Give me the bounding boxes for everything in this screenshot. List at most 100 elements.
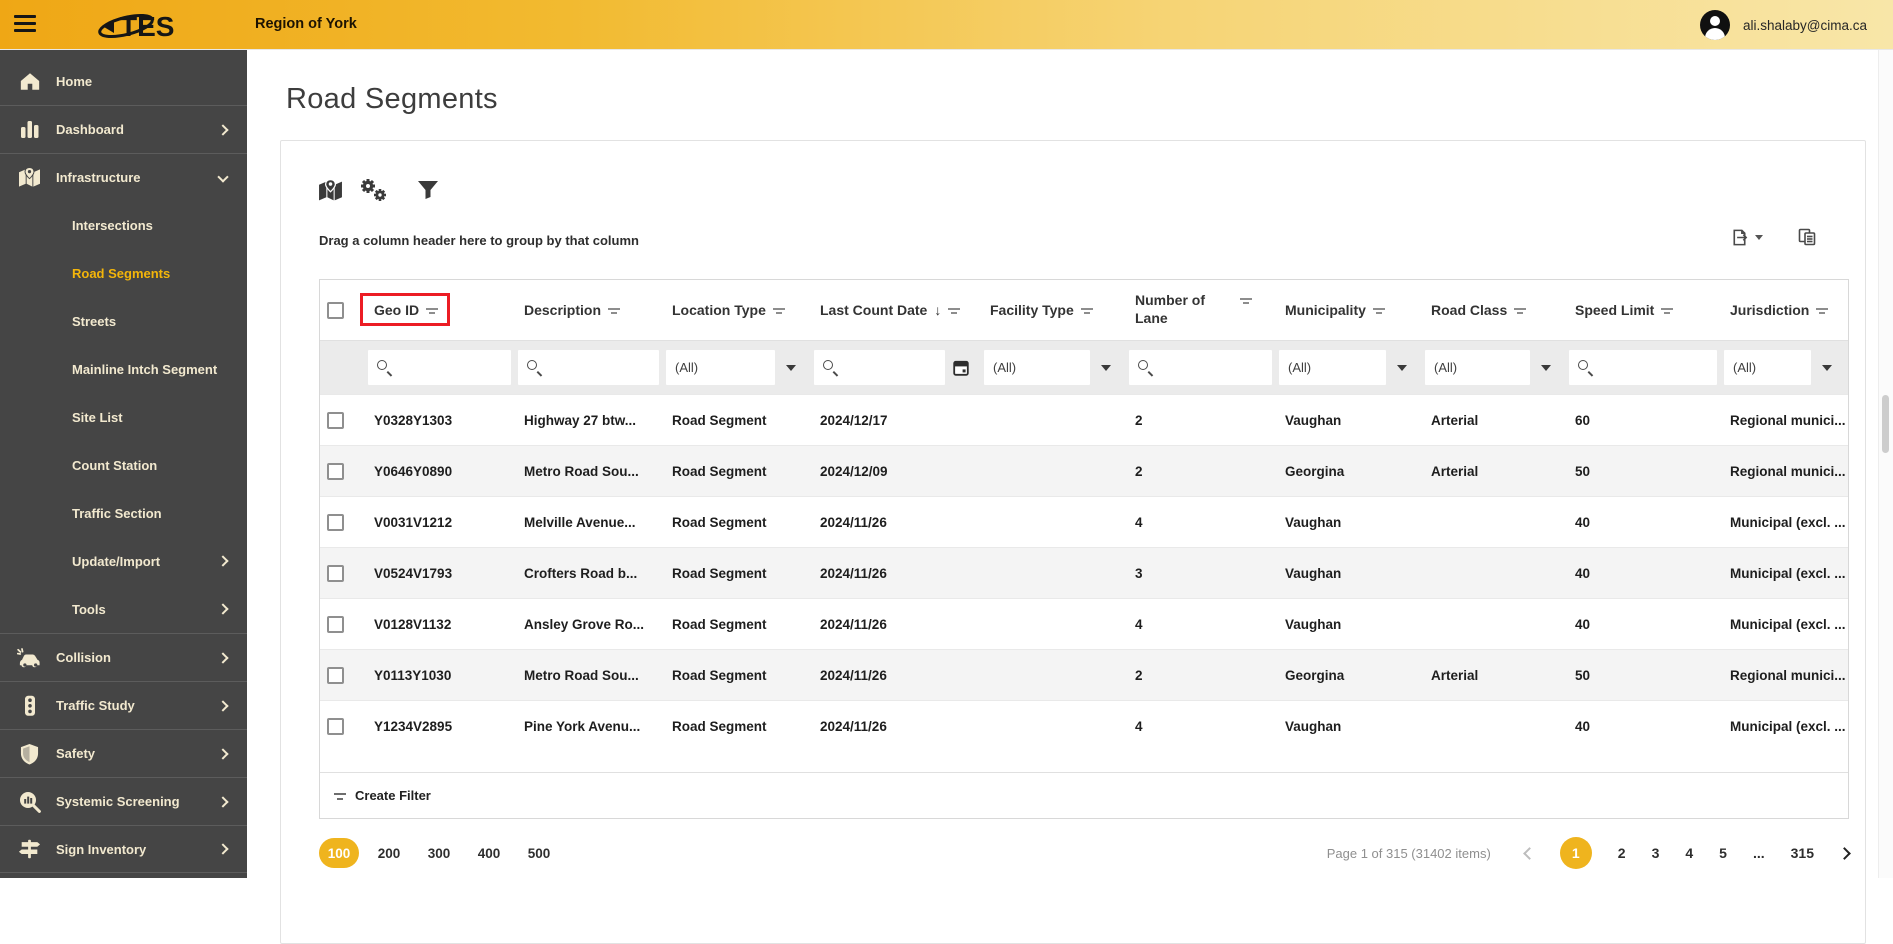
header-filter-icon[interactable]: [1373, 306, 1385, 314]
hamburger-menu-icon[interactable]: [14, 15, 36, 36]
row-checkbox[interactable]: [327, 667, 344, 684]
vertical-scrollbar[interactable]: [1878, 50, 1893, 878]
column-header-location-type[interactable]: Location Type: [664, 280, 812, 340]
scrollbar-thumb[interactable]: [1882, 395, 1889, 453]
column-header-speed-limit[interactable]: Speed Limit: [1567, 280, 1722, 340]
sidebar-item-systemic-screening[interactable]: Systemic Screening: [0, 777, 247, 825]
header-filter-icon[interactable]: [1514, 306, 1526, 314]
table-row[interactable]: Y0646Y0890 Metro Road Sou... Road Segmen…: [320, 445, 1848, 496]
sidebar-item-safety[interactable]: Safety: [0, 729, 247, 777]
cell-facility-type: [982, 548, 1127, 598]
jurisdiction-filter-select[interactable]: (All): [1724, 350, 1811, 385]
chevron-right-icon: [217, 555, 228, 566]
description-filter-input[interactable]: [518, 350, 659, 385]
page-size-200[interactable]: 200: [369, 838, 409, 868]
date-picker-button[interactable]: [945, 350, 977, 385]
page-number-5[interactable]: 5: [1719, 845, 1727, 861]
table-row[interactable]: Y0328Y1303 Highway 27 btw... Road Segmen…: [320, 394, 1848, 445]
column-header-description[interactable]: Description: [516, 280, 664, 340]
facility-type-filter-select[interactable]: (All): [984, 350, 1090, 385]
header-filter-icon[interactable]: [948, 306, 960, 314]
page-number-4[interactable]: 4: [1685, 845, 1693, 861]
header-filter-icon[interactable]: [773, 306, 785, 314]
last-count-date-filter-input[interactable]: [814, 350, 945, 385]
header-filter-icon[interactable]: [1240, 296, 1252, 304]
sidebar-item-update-import[interactable]: Update/Import: [0, 537, 247, 585]
page-size-400[interactable]: 400: [469, 838, 509, 868]
dropdown-button[interactable]: [1090, 350, 1122, 385]
row-checkbox[interactable]: [327, 514, 344, 531]
previous-page-icon[interactable]: [1523, 847, 1536, 860]
column-header-facility-type[interactable]: Facility Type: [982, 280, 1127, 340]
sidebar-item-mainline-intch-segment[interactable]: Mainline Intch Segment: [0, 345, 247, 393]
page-number-2[interactable]: 2: [1618, 845, 1626, 861]
page-number-315[interactable]: 315: [1791, 845, 1814, 861]
page-size-300[interactable]: 300: [419, 838, 459, 868]
column-header-last-count-date[interactable]: Last Count Date ↓: [812, 280, 982, 340]
row-checkbox[interactable]: [327, 616, 344, 633]
table-row[interactable]: V0128V1132 Ansley Grove Ro... Road Segme…: [320, 598, 1848, 649]
page-number-3[interactable]: 3: [1652, 845, 1660, 861]
sidebar-item-tools[interactable]: Tools: [0, 585, 247, 633]
sidebar-item-dashboard[interactable]: Dashboard: [0, 105, 247, 153]
row-checkbox[interactable]: [327, 718, 344, 735]
row-checkbox[interactable]: [327, 463, 344, 480]
filter-funnel-icon[interactable]: [417, 180, 439, 200]
map-icon[interactable]: [318, 179, 343, 202]
grid-filter-row: (All) (All): [320, 340, 1848, 394]
table-row[interactable]: Y1234V2895 Pine York Avenu... Road Segme…: [320, 700, 1848, 751]
column-header-geo-id[interactable]: Geo ID: [366, 280, 516, 340]
page-size-500[interactable]: 500: [519, 838, 559, 868]
column-header-number-of-lane[interactable]: Number of Lane: [1127, 280, 1277, 340]
header-filter-icon[interactable]: [426, 306, 438, 314]
page-number-1[interactable]: 1: [1560, 837, 1592, 869]
row-checkbox[interactable]: [327, 565, 344, 582]
dropdown-button[interactable]: [1386, 350, 1418, 385]
sidebar-item-road-segments[interactable]: Road Segments: [0, 249, 247, 297]
header-filter-icon[interactable]: [1816, 306, 1828, 314]
sidebar-item-site-list[interactable]: Site List: [0, 393, 247, 441]
table-row[interactable]: V0031V1212 Melville Avenue... Road Segme…: [320, 496, 1848, 547]
export-button[interactable]: [1730, 228, 1763, 247]
row-checkbox[interactable]: [327, 412, 344, 429]
cell-facility-type: [982, 650, 1127, 700]
dropdown-button[interactable]: [1811, 350, 1843, 385]
sidebar-item-sign-inventory[interactable]: Sign Inventory: [0, 825, 247, 873]
sidebar-item-traffic-section[interactable]: Traffic Section: [0, 489, 247, 537]
page-size-100[interactable]: 100: [319, 838, 359, 868]
sidebar-item-traffic-study[interactable]: Traffic Study: [0, 681, 247, 729]
sidebar-item-streets[interactable]: Streets: [0, 297, 247, 345]
column-header-jurisdiction[interactable]: Jurisdiction: [1722, 280, 1848, 340]
column-header-road-class[interactable]: Road Class: [1423, 280, 1567, 340]
dropdown-button[interactable]: [775, 350, 807, 385]
table-row[interactable]: Y0113Y1030 Metro Road Sou... Road Segmen…: [320, 649, 1848, 700]
location-type-filter-select[interactable]: (All): [666, 350, 775, 385]
cell-jurisdiction: Municipal (excl. ...: [1722, 599, 1848, 649]
number-of-lane-filter-input[interactable]: [1129, 350, 1272, 385]
header-filter-icon[interactable]: [608, 306, 620, 314]
cell-road-class: Arterial: [1423, 650, 1567, 700]
geo-id-filter-input[interactable]: [368, 350, 511, 385]
user-avatar[interactable]: [1700, 10, 1730, 40]
search-icon: [377, 360, 392, 375]
cell-jurisdiction: Regional munici...: [1722, 395, 1848, 445]
select-all-checkbox[interactable]: [327, 302, 344, 319]
create-filter-button[interactable]: Create Filter: [320, 772, 1848, 818]
settings-gears-icon[interactable]: [358, 177, 388, 203]
road-class-filter-select[interactable]: (All): [1425, 350, 1530, 385]
next-page-icon[interactable]: [1838, 847, 1851, 860]
dropdown-button[interactable]: [1530, 350, 1562, 385]
page-info: Page 1 of 315 (31402 items): [1327, 846, 1491, 861]
sidebar-item-collision[interactable]: Collision: [0, 633, 247, 681]
header-filter-icon[interactable]: [1081, 306, 1093, 314]
column-chooser-button[interactable]: [1797, 227, 1817, 247]
sidebar-item-count-station[interactable]: Count Station: [0, 441, 247, 489]
municipality-filter-select[interactable]: (All): [1279, 350, 1386, 385]
sidebar-item-home[interactable]: Home: [0, 57, 247, 105]
table-row[interactable]: V0524V1793 Crofters Road b... Road Segme…: [320, 547, 1848, 598]
sidebar-item-intersections[interactable]: Intersections: [0, 201, 247, 249]
speed-limit-filter-input[interactable]: [1569, 350, 1717, 385]
header-filter-icon[interactable]: [1661, 306, 1673, 314]
column-header-municipality[interactable]: Municipality: [1277, 280, 1423, 340]
sidebar-item-infrastructure[interactable]: Infrastructure: [0, 153, 247, 201]
